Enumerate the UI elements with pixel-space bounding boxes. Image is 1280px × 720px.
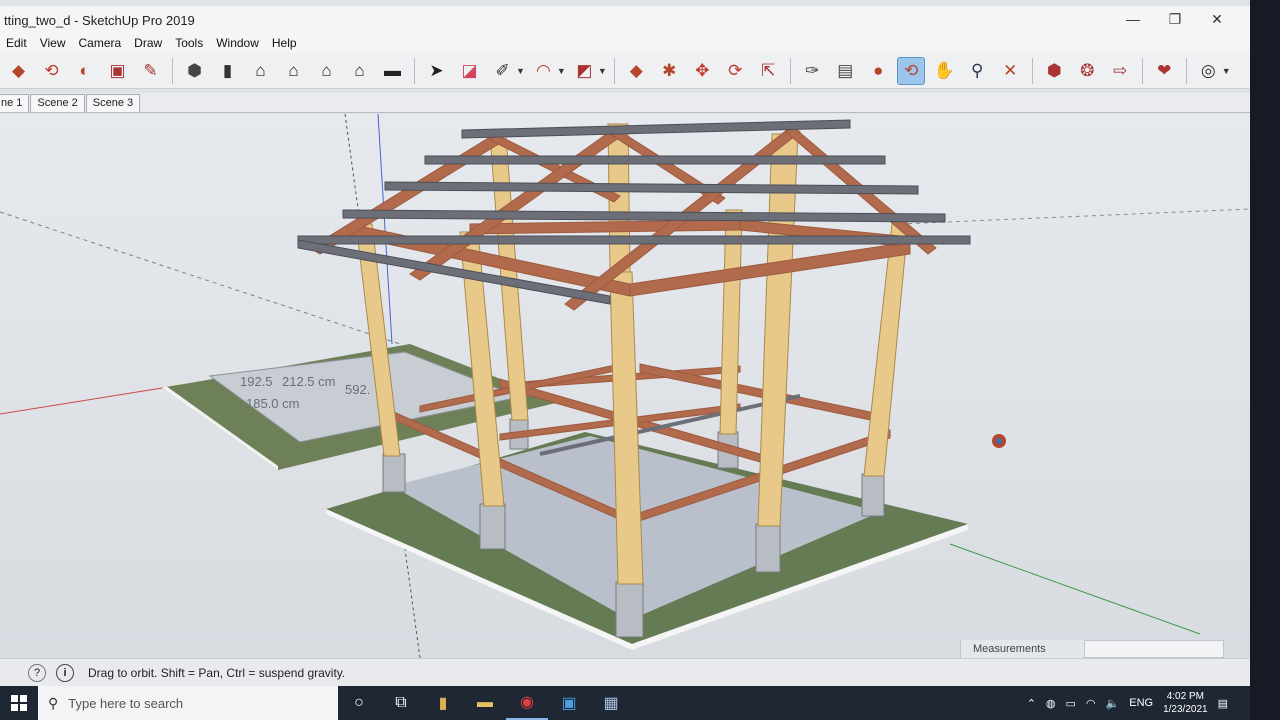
- tape-measure-tool-icon[interactable]: ✑: [798, 57, 826, 85]
- cortana-icon[interactable]: ○: [338, 686, 380, 720]
- system-tray: ⌃ ◍ ▭ ◠ 🔈 ENG 4:02 PM 1/23/2021 ▤: [1027, 686, 1228, 720]
- push-pull-tool-icon[interactable]: ◆: [622, 57, 650, 85]
- footing: [479, 503, 506, 550]
- tab-scene-1[interactable]: ne 1: [0, 94, 30, 112]
- menu-edit[interactable]: Edit: [0, 36, 34, 50]
- paint-bucket-icon[interactable]: ◆: [5, 57, 33, 85]
- scale-tool-icon[interactable]: ⇱: [754, 57, 782, 85]
- menu-view[interactable]: View: [34, 36, 73, 50]
- clock-time: 4:02 PM: [1166, 691, 1204, 702]
- extension-warehouse-icon[interactable]: ❂: [1073, 57, 1101, 85]
- follow-me-tool-icon[interactable]: ✱: [655, 57, 683, 85]
- scene-tabs: ne 1 Scene 2 Scene 3: [0, 93, 1250, 113]
- send-to-layout-icon[interactable]: ⇨: [1106, 57, 1134, 85]
- toolbar: ◆ ⟲ ◐ ▣ ✎ ⬢ ▮ ⌂ ⌂ ⌂ ⌂ ▬ ➤ ◪ ✐ ▼ ◠ ▼ ◩ ▼ ◆ ✱…: [0, 53, 1250, 89]
- monitor-bezel: [1250, 0, 1280, 720]
- task-view-icon[interactable]: ⧉: [380, 686, 422, 720]
- extension-manager-icon[interactable]: ❤: [1150, 57, 1178, 85]
- windows-logo-icon: [11, 695, 27, 711]
- info-icon[interactable]: i: [56, 663, 74, 682]
- push-pull-icon[interactable]: ⬢: [181, 57, 209, 85]
- move-tool-icon[interactable]: ✥: [688, 57, 716, 85]
- purlin: [424, 155, 886, 165]
- menu-tools[interactable]: Tools: [169, 36, 210, 50]
- pencil-icon[interactable]: ✐: [489, 57, 517, 85]
- pan-tool-icon[interactable]: ✋: [930, 57, 958, 85]
- pencil-line-icon[interactable]: ◐: [71, 57, 99, 85]
- follow-me-icon[interactable]: ▮: [214, 57, 242, 85]
- window-title: tting_two_d - SketchUp Pro 2019: [4, 12, 195, 28]
- calculator-app-icon[interactable]: ▦: [590, 686, 632, 720]
- menu-window[interactable]: Window: [210, 36, 266, 50]
- tape-measure-icon[interactable]: ⌂: [346, 57, 374, 85]
- minimize-button[interactable]: —: [1112, 8, 1154, 30]
- eraser-icon[interactable]: ⟲: [38, 57, 66, 85]
- tab-scene-3[interactable]: Scene 3: [85, 94, 141, 112]
- scale-icon[interactable]: ⌂: [313, 57, 341, 85]
- rectangle-icon[interactable]: ✎: [137, 57, 165, 85]
- select-arrow-icon[interactable]: ➤: [423, 57, 451, 85]
- network-icon[interactable]: ◍: [1046, 697, 1056, 710]
- start-button[interactable]: [0, 686, 38, 720]
- rectangle-tool-icon[interactable]: ◩: [570, 57, 598, 85]
- footing: [382, 453, 406, 493]
- warehouse-icon[interactable]: ⬢: [1040, 57, 1068, 85]
- clock-date: 1/23/2021: [1163, 704, 1208, 715]
- account-icon[interactable]: ◎: [1194, 57, 1222, 85]
- tray-chevron-icon[interactable]: ⌃: [1027, 697, 1036, 710]
- menu-draw[interactable]: Draw: [128, 36, 169, 50]
- menu-help[interactable]: Help: [266, 36, 304, 50]
- tab-scene-2[interactable]: Scene 2: [30, 94, 85, 112]
- dimension-label: 212.5 cm: [282, 374, 335, 389]
- taskbar-search[interactable]: ⚲ Type here to search: [38, 686, 338, 720]
- rotate-tool-icon[interactable]: ⟳: [721, 57, 749, 85]
- geo-location-icon[interactable]: ?: [28, 663, 46, 682]
- orbit-cursor-icon: [992, 434, 1006, 448]
- dimension-label: 592.: [345, 382, 370, 397]
- text-icon[interactable]: ▬: [379, 57, 407, 85]
- title-bar: tting_two_d - SketchUp Pro 2019 — ❐ ✕: [0, 6, 1250, 34]
- purlin: [297, 235, 971, 245]
- footing: [615, 581, 644, 638]
- wifi-icon[interactable]: ◠: [1086, 697, 1096, 710]
- model-viewport[interactable]: 192.5 212.5 cm 185.0 cm 592.: [0, 114, 1250, 658]
- file-explorer-icon[interactable]: ▬: [464, 686, 506, 720]
- orbit-tool-icon[interactable]: ⟲: [897, 56, 926, 85]
- file-app-icon[interactable]: ▮: [422, 686, 464, 720]
- maximize-button[interactable]: ❐: [1154, 8, 1196, 30]
- eraser-icon[interactable]: ◪: [456, 57, 484, 85]
- status-bar: ? i Drag to orbit. Shift = Pan, Ctrl = s…: [0, 658, 1250, 686]
- sketchup-app-icon[interactable]: ◉: [506, 686, 548, 720]
- notifications-icon[interactable]: ▤: [1218, 697, 1228, 710]
- measurements-input[interactable]: [1084, 640, 1224, 658]
- dimension-label: 192.5: [240, 374, 273, 389]
- sketchup-window: tting_two_d - SketchUp Pro 2019 — ❐ ✕ Ed…: [0, 0, 1250, 720]
- status-message: Drag to orbit. Shift = Pan, Ctrl = suspe…: [88, 665, 346, 680]
- arc-icon[interactable]: ▣: [104, 57, 132, 85]
- close-button[interactable]: ✕: [1196, 8, 1238, 30]
- arc-tool-icon[interactable]: ◠: [529, 57, 557, 85]
- search-placeholder: Type here to search: [68, 695, 184, 711]
- clock[interactable]: 4:02 PM 1/23/2021: [1163, 690, 1208, 716]
- model-canvas: 192.5 212.5 cm 185.0 cm 592.: [0, 114, 1250, 658]
- volume-icon[interactable]: 🔈: [1106, 697, 1120, 710]
- footing: [755, 523, 781, 573]
- footing: [861, 473, 885, 517]
- menu-bar: Edit View Camera Draw Tools Window Help: [0, 33, 1250, 53]
- search-icon: ⚲: [48, 694, 59, 711]
- menu-camera[interactable]: Camera: [72, 36, 128, 50]
- measurements-label: Measurements: [960, 640, 1084, 658]
- windows-taskbar: ⚲ Type here to search ○ ⧉ ▮ ▬ ◉ ▣ ▦ ⌃ ◍ …: [0, 686, 1250, 720]
- move-icon[interactable]: ⌂: [247, 57, 275, 85]
- dimension-label: 185.0 cm: [246, 396, 299, 411]
- battery-icon[interactable]: ▭: [1066, 697, 1076, 710]
- paint-tool-icon[interactable]: ●: [864, 57, 892, 85]
- language-indicator[interactable]: ENG: [1129, 697, 1153, 709]
- text-tool-icon[interactable]: ▤: [831, 57, 859, 85]
- rotate-icon[interactable]: ⌂: [280, 57, 308, 85]
- zoom-extents-icon[interactable]: ✕: [996, 57, 1024, 85]
- zoom-tool-icon[interactable]: ⚲: [963, 57, 991, 85]
- photos-app-icon[interactable]: ▣: [548, 686, 590, 720]
